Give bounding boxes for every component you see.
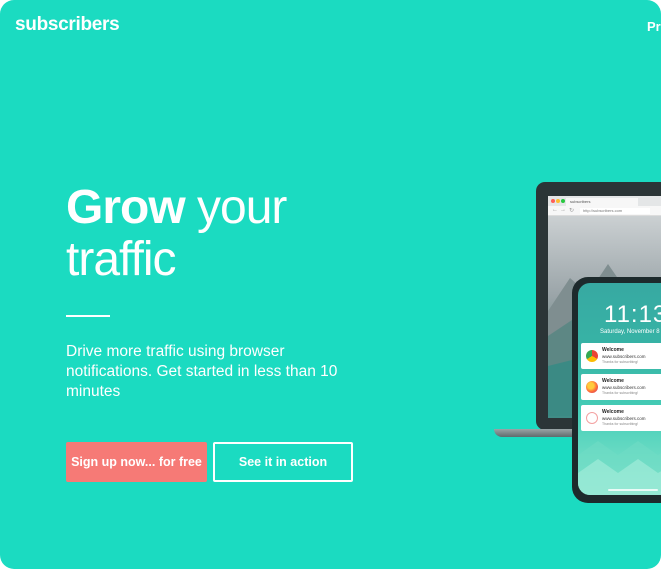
notification-subtitle: Thanks for subscribing!	[602, 391, 639, 395]
hero-description: Drive more traffic using browser notific…	[66, 343, 338, 400]
notification-site: www.subscribers.com	[602, 354, 646, 359]
headline-light: your	[197, 181, 287, 234]
maximize-dot-icon	[561, 199, 565, 203]
generic-browser-icon	[586, 412, 598, 424]
hero-headline: Grow your traffic	[66, 182, 386, 286]
notification-card[interactable]: Welcome www.subscribers.com Thanks for s…	[581, 374, 661, 400]
notification-site: www.subscribers.com	[602, 385, 646, 390]
headline-bold: Grow	[66, 181, 186, 234]
browser-url: http://subscribers.com	[580, 208, 650, 214]
minimize-dot-icon	[556, 199, 560, 203]
notification-title: Welcome	[602, 378, 624, 384]
firefox-icon	[586, 381, 598, 393]
see-in-action-button[interactable]: See it in action	[213, 442, 353, 482]
back-arrow-icon: ←	[552, 207, 558, 213]
notification-card[interactable]: Welcome www.subscribers.com Thanks for s…	[581, 343, 661, 369]
reload-icon: ↻	[569, 208, 575, 214]
phone-time: 11:13	[604, 301, 661, 328]
notification-title: Welcome	[602, 409, 624, 415]
nav-link-pricing[interactable]: Pri	[647, 19, 661, 34]
close-dot-icon	[551, 199, 555, 203]
phone-home-indicator	[608, 489, 658, 491]
browser-tab: subscribers	[566, 198, 638, 206]
chrome-icon	[586, 350, 598, 362]
phone-mockup: 11:13 Saturday, November 8 Welcome www.s…	[572, 277, 661, 503]
phone-wallpaper-pattern	[578, 441, 661, 495]
hero-divider	[66, 315, 110, 317]
forward-arrow-icon: →	[560, 207, 566, 213]
signup-button[interactable]: Sign up now... for free	[66, 442, 207, 482]
notification-title: Welcome	[602, 347, 624, 353]
notification-site: www.subscribers.com	[602, 416, 646, 421]
phone-screen: 11:13 Saturday, November 8 Welcome www.s…	[578, 283, 661, 495]
notification-card[interactable]: Welcome www.subscribers.com Thanks for s…	[581, 405, 661, 431]
phone-date: Saturday, November 8	[600, 329, 660, 335]
browser-navbar: ← → ↻ http://subscribers.com	[548, 206, 661, 216]
headline-line2: traffic	[66, 233, 176, 286]
notification-subtitle: Thanks for subscribing!	[602, 360, 639, 364]
browser-titlebar: subscribers	[548, 196, 661, 206]
notification-subtitle: Thanks for subscribing!	[602, 422, 639, 426]
landing-page: subscribers Pri Grow your traffic Drive …	[0, 0, 661, 569]
logo[interactable]: subscribers	[15, 14, 120, 36]
